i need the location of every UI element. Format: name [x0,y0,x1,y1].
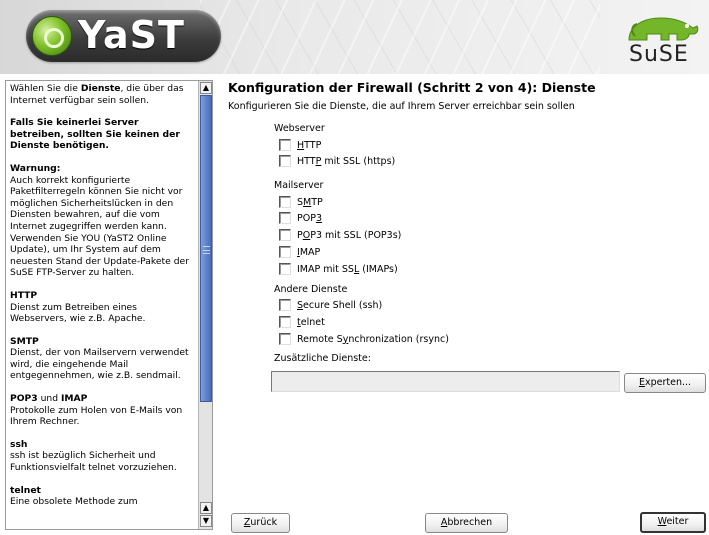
help-paragraph: Falls Sie keinerlei Server betreiben, so… [10,117,180,152]
header-banner: YaST SuSE [0,0,709,74]
banner-pattern [200,0,600,74]
suse-logo-text: SuSE [629,42,689,67]
checkbox-box[interactable] [279,333,291,345]
help-scrollbar[interactable]: ▲ ▲ ▼ [198,81,212,529]
page-subtitle: Konfigurieren Sie die Dienste, die auf I… [228,101,575,112]
checkbox-https[interactable]: HTTP mit SSL (https) [279,154,395,168]
checkbox-imaps[interactable]: IMAP mit SSL (IMAPs) [279,262,398,276]
checkbox-box[interactable] [279,299,291,311]
page-title: Konfiguration der Firewall (Schritt 2 vo… [228,80,596,95]
help-paragraph: Warnung: Auch korrekt konfigurierte Paket… [10,162,189,279]
checkbox-pop3s[interactable]: POP3 mit SSL (POP3s) [279,228,401,242]
checkbox-box[interactable] [279,246,291,258]
checkbox-box[interactable] [279,263,291,275]
checkbox-box[interactable] [279,155,291,167]
checkbox-http[interactable]: HTTP [279,138,321,152]
scroll-thumb[interactable] [200,95,212,402]
checkbox-box[interactable] [279,229,291,241]
help-paragraph: HTTP Dienst zum Betreiben eines Webserver… [10,289,146,325]
checkbox-ssh[interactable]: Secure Shell (ssh) [279,298,382,312]
help-paragraph: POP3 und IMAP Protokolle zum Holen von E-… [10,393,183,428]
scroll-up-lower-icon[interactable]: ▲ [200,502,212,514]
help-paragraph: Wählen Sie die Dienste, die über das Int… [10,83,184,106]
additional-services-label: Zusätzliche Dienste: [274,353,371,364]
checkbox-box[interactable] [279,139,291,151]
yast-logo: YaST [26,10,221,62]
suse-chameleon-icon [628,17,699,41]
checkbox-smtp[interactable]: SMTP [279,195,323,209]
group-label-other: Andere Dienste [274,284,348,295]
suse-logo: SuSE [623,6,703,70]
group-label-mailserver: Mailserver [274,180,324,191]
experts-button[interactable]: Experten... [624,373,706,393]
help-paragraph: SMTP Dienst, der von Mailservern verwende… [10,335,189,382]
checkbox-box[interactable] [279,212,291,224]
checkbox-telnet[interactable]: telnet [279,315,325,329]
back-button[interactable]: Zurück [231,513,290,533]
checkbox-box[interactable] [279,196,291,208]
help-paragraph: telnet Eine obsolete Methode zum [10,484,138,508]
yast-logo-text: YaST [78,13,185,57]
scroll-down-icon[interactable]: ▼ [200,515,212,527]
help-panel[interactable]: Wählen Sie die Dienste, die über das Int… [5,80,213,530]
group-label-webserver: Webserver [274,123,325,134]
checkbox-box[interactable] [279,316,291,328]
checkbox-rsync[interactable]: Remote Synchronization (rsync) [279,332,449,346]
scroll-up-icon[interactable]: ▲ [200,82,212,94]
next-button[interactable]: Weiter [640,512,706,533]
cancel-button[interactable]: Abbrechen [425,513,508,533]
help-paragraph: ssh ssh ist bezüglich Sicherheit und Funk… [10,438,177,474]
additional-services-input[interactable] [271,371,620,392]
scroll-grip-icon [203,246,210,254]
yast-ball-icon [32,16,72,56]
checkbox-pop3[interactable]: POP3 [279,211,322,225]
checkbox-imap[interactable]: IMAP [279,245,320,259]
help-text: Wählen Sie die Dienste, die über das Int… [6,81,199,529]
